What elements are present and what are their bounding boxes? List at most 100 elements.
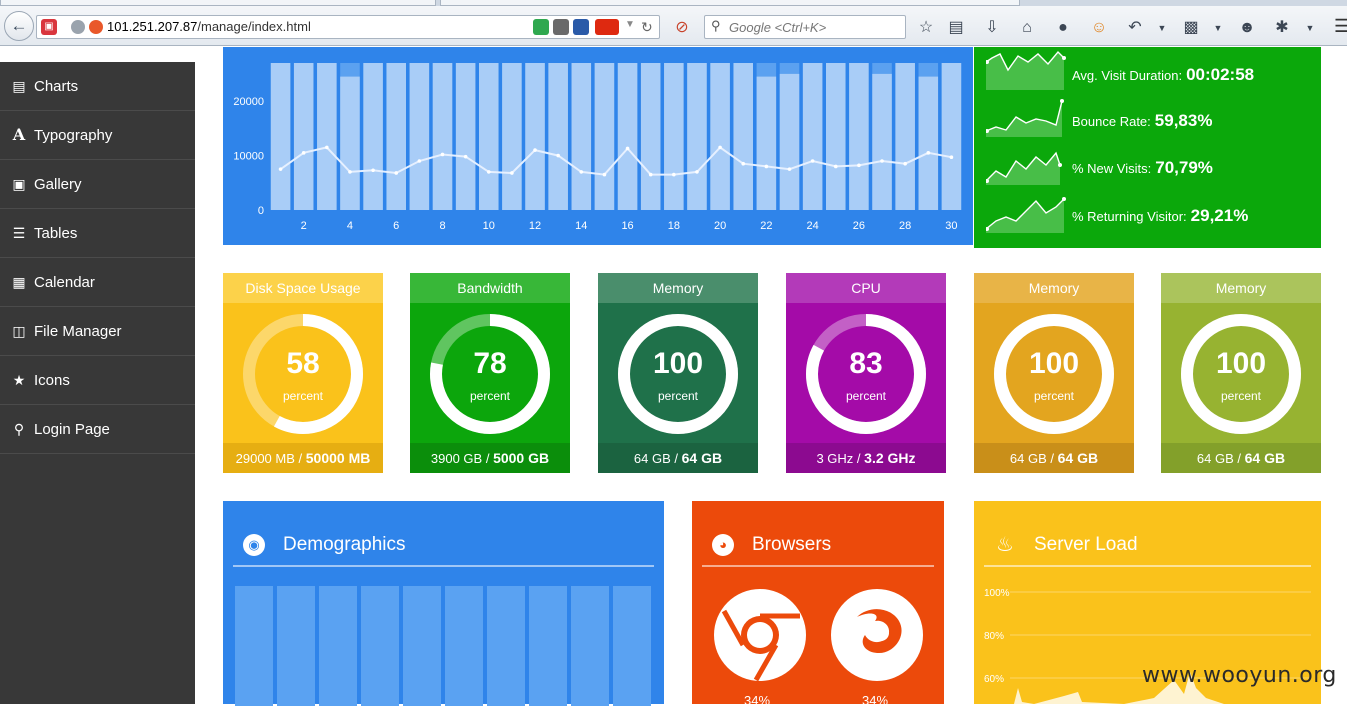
sparkline-end [1062, 56, 1066, 60]
x-tick-label: 6 [393, 220, 399, 232]
demographics-bar [361, 586, 399, 706]
gauge-unit: percent [657, 389, 699, 403]
gauge-footer: 64 GB / 64 GB [1161, 443, 1321, 473]
fire-icon: ♨ [996, 534, 1014, 556]
gauge-title: Disk Space Usage [223, 273, 383, 303]
back-button[interactable]: ← [4, 11, 34, 41]
line-point [486, 170, 491, 174]
line-point [533, 148, 537, 152]
gauge-memory: Memory 100 percent 64 GB / 64 GB [1161, 273, 1321, 473]
line-point [926, 151, 931, 155]
bar [548, 63, 568, 210]
line-point [556, 153, 560, 158]
bar [826, 63, 846, 210]
bar [502, 63, 522, 210]
line-point [787, 167, 792, 171]
sidebar-item-file-manager[interactable]: ◫ File Manager [0, 307, 195, 356]
undo-icon[interactable]: ↶ [1125, 18, 1145, 38]
stat-label: Bounce Rate: 59,83% [1072, 111, 1213, 130]
gauge-memory: Memory 100 percent 64 GB / 64 GB [598, 273, 758, 473]
bar [293, 63, 314, 210]
gauge-disk-space: Disk Space Usage 58 percent 29000 MB / 50… [223, 273, 383, 473]
line-point [903, 161, 907, 166]
bar [710, 63, 730, 210]
bar [317, 63, 337, 210]
pie-icon: ◕ [712, 534, 734, 556]
block-icon[interactable]: ⊘ [672, 18, 692, 38]
word-icon[interactable] [573, 19, 589, 35]
line-point [417, 159, 422, 163]
sparkline-area [986, 153, 1060, 185]
emoji-icon[interactable]: ☺ [1089, 18, 1109, 38]
bookmarks-list-icon[interactable]: ▤ [946, 18, 966, 38]
url-text[interactable]: 101.251.207.87/manage/index.html [107, 19, 311, 34]
stats-panel: Avg. Visit Duration: 00:02:58 Bounce Rate… [974, 47, 1321, 248]
line-point [463, 154, 468, 159]
x-tick-label: 26 [853, 220, 865, 232]
main-content: 0 10000 20000 2 4 6 8 10 12 14 16 18 20 22 24 26 28 30 Av… [195, 47, 1347, 708]
demographics-bar [487, 586, 525, 706]
sparkline-area [986, 52, 1064, 90]
search-placeholder: Google <Ctrl+K> [729, 20, 827, 35]
chrome-percent: 34% [744, 693, 771, 708]
x-tick-label: 2 [301, 220, 307, 232]
undo-dropdown-icon[interactable]: ▼ [1152, 18, 1172, 38]
shield-icon[interactable] [533, 19, 549, 35]
sidebar-item-gallery[interactable]: ▣ Gallery [0, 160, 195, 209]
panel-title: ◕ Browsers [702, 525, 831, 565]
gauge-unit: percent [469, 389, 511, 403]
qr-code-icon[interactable] [553, 19, 569, 35]
window-icon[interactable]: ▩ [1181, 18, 1201, 38]
folder-open-icon: ◫ [12, 323, 26, 339]
stat-row: % New Visits: 70,79% [986, 145, 1316, 185]
line-point [648, 172, 653, 177]
bug-icon[interactable]: ✱ [1272, 18, 1292, 38]
sidebar-item-icons[interactable]: ★ Icons [0, 356, 195, 405]
bar-chart-icon: ▤ [12, 78, 26, 94]
dropdown-arrow-icon[interactable]: ▼ [625, 19, 635, 35]
line-point [278, 167, 283, 171]
bookmark-star-icon[interactable]: ☆ [916, 18, 936, 38]
bar [941, 63, 962, 210]
x-tick-label: 10 [483, 220, 495, 232]
sparkline-area [986, 101, 1062, 137]
download-icon[interactable]: ⇩ [982, 18, 1002, 38]
line-point [695, 170, 699, 174]
x-tick-label: 18 [668, 220, 680, 232]
sidebar-item-typography[interactable]: A Typography [0, 111, 195, 160]
font-icon: A [12, 125, 26, 144]
url-bar[interactable]: ▣ 101.251.207.87/manage/index.html ▼ ↻ [36, 15, 660, 39]
sparkline [986, 99, 1064, 137]
panel-title: ◉ Demographics [233, 525, 406, 565]
sidebar-item-tables[interactable]: ☰ Tables [0, 209, 195, 258]
sparkline [986, 151, 1062, 185]
y-tick-label: 0 [258, 205, 264, 217]
demographics-bar [235, 586, 273, 706]
line-point [810, 159, 815, 163]
watermark: www.wooyun.org [1142, 663, 1337, 688]
stat-row: Avg. Visit Duration: 00:02:58 [986, 50, 1316, 90]
sidebar-item-calendar[interactable]: ▦ Calendar [0, 258, 195, 307]
reload-icon[interactable]: ↻ [641, 19, 657, 35]
visits-chart-panel: 0 10000 20000 2 4 6 8 10 12 14 16 18 20 22 24 26 28 30 [223, 47, 973, 245]
stat-value: 59,83% [1154, 111, 1213, 130]
bar [872, 73, 892, 210]
sidebar-item-login-page[interactable]: ⚲ Login Page [0, 405, 195, 454]
search-bar[interactable]: ⚲ Google <Ctrl+K> [704, 15, 906, 39]
x-tick-label: 14 [575, 220, 587, 232]
bar [363, 63, 383, 210]
window-dropdown-icon[interactable]: ▼ [1208, 18, 1228, 38]
sparkline [986, 50, 1066, 90]
gauge-title: Memory [1161, 273, 1321, 303]
gauge-unit: percent [282, 389, 324, 403]
visits-chart: 010000200002 4 6 8 10 12 14 16 18 20 22 24 26 28 30 [233, 63, 962, 232]
chat-icon[interactable]: ☻ [1237, 18, 1257, 38]
menu-icon[interactable]: ☰ [1334, 16, 1347, 38]
home-icon[interactable]: ⌂ [1017, 18, 1037, 38]
sidebar-item-charts[interactable]: ▤ Charts [0, 62, 195, 111]
extra-dropdown-icon[interactable]: ▼ [1300, 18, 1320, 38]
line-point [718, 145, 722, 150]
sparkline-end [1058, 163, 1062, 167]
user-icon[interactable]: ● [1053, 18, 1073, 38]
line-point [764, 164, 769, 169]
